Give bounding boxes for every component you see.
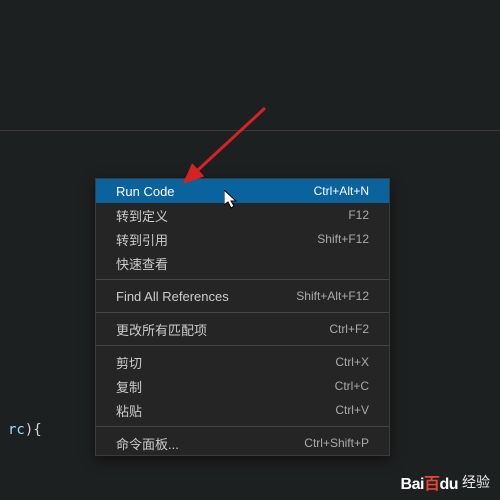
menu-item-shortcut: Ctrl+F2	[329, 322, 369, 336]
menu-item[interactable]: Run Code Ctrl+Alt+N	[96, 179, 389, 203]
menu-separator	[96, 426, 389, 427]
context-menu: Run Code Ctrl+Alt+N 转到定义 F12 转到引用 Shift+F12 快速…	[95, 178, 390, 456]
menu-item-shortcut: Ctrl+X	[335, 355, 369, 369]
menu-item-label: 剪切	[116, 353, 142, 372]
menu-item-label: Run Code	[116, 184, 175, 199]
watermark-logo: Bai百du	[401, 470, 458, 494]
watermark: Bai百du 经验	[401, 470, 490, 494]
menu-separator	[96, 345, 389, 346]
code-suffix: ){	[25, 422, 42, 438]
menu-item-label: 复制	[116, 377, 142, 396]
menu-separator	[96, 279, 389, 280]
menu-item[interactable]: 粘贴 Ctrl+V	[96, 398, 389, 422]
menu-item[interactable]: 快速查看	[96, 251, 389, 275]
code-param: rc	[8, 422, 25, 438]
menu-item[interactable]: 复制 Ctrl+C	[96, 374, 389, 398]
menu-item-label: 命令面板...	[116, 434, 179, 453]
menu-item-label: 快速查看	[116, 254, 168, 273]
menu-item-shortcut: Ctrl+Alt+N	[314, 184, 369, 198]
menu-item-shortcut: Ctrl+Shift+P	[304, 436, 369, 450]
menu-item-label: 粘贴	[116, 401, 142, 420]
code-snippet: rc){	[8, 422, 42, 438]
menu-item-label: 更改所有匹配项	[116, 320, 207, 339]
menu-item[interactable]: 命令面板... Ctrl+Shift+P	[96, 431, 389, 455]
menu-item-label: 转到定义	[116, 206, 168, 225]
menu-item[interactable]: 转到引用 Shift+F12	[96, 227, 389, 251]
menu-item-shortcut: Shift+Alt+F12	[296, 289, 369, 303]
menu-item-label: Find All References	[116, 289, 229, 304]
menu-item-shortcut: F12	[348, 208, 369, 222]
menu-item-shortcut: Ctrl+V	[335, 403, 369, 417]
menu-separator	[96, 312, 389, 313]
menu-item-shortcut: Shift+F12	[317, 232, 369, 246]
menu-item-label: 转到引用	[116, 230, 168, 249]
menu-item[interactable]: Find All References Shift+Alt+F12	[96, 284, 389, 308]
menu-item[interactable]: 更改所有匹配项 Ctrl+F2	[96, 317, 389, 341]
menu-item[interactable]: 转到定义 F12	[96, 203, 389, 227]
watermark-product: 经验	[462, 472, 490, 492]
panel-divider	[0, 130, 500, 131]
menu-item-shortcut: Ctrl+C	[335, 379, 369, 393]
menu-item[interactable]: 剪切 Ctrl+X	[96, 350, 389, 374]
